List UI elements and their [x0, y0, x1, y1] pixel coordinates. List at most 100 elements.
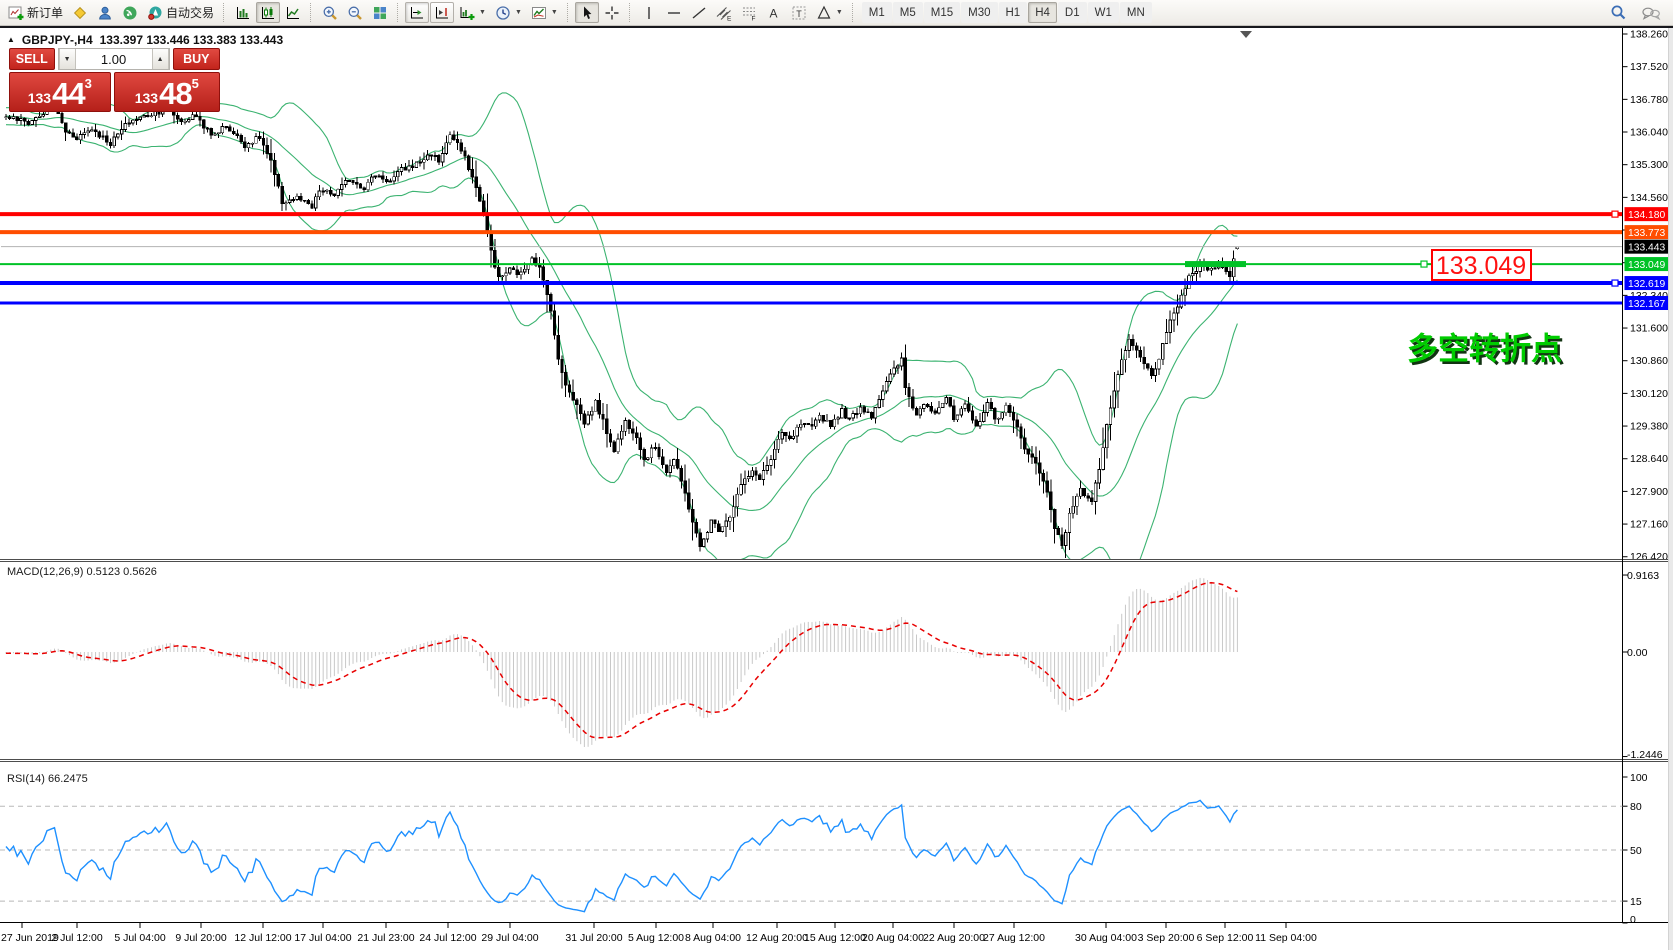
candle-body — [8, 117, 11, 119]
profiles-button[interactable]: ▼ — [491, 2, 526, 23]
chart-shift-button[interactable] — [430, 2, 454, 23]
candle-body — [300, 196, 303, 200]
candle-body — [1027, 449, 1030, 454]
auto-scroll-button[interactable] — [405, 2, 429, 23]
autotrading-button[interactable]: 自动交易 — [143, 2, 218, 23]
search-button[interactable] — [1606, 2, 1631, 23]
candle-body — [814, 420, 817, 426]
buy-price-display[interactable]: 133 48 5 — [114, 72, 220, 112]
candle-body — [128, 123, 131, 124]
sell-button[interactable]: SELL — [9, 48, 55, 70]
annotation-text[interactable]: 多空转折点 — [1407, 332, 1562, 367]
candle-body — [841, 408, 844, 418]
indicators-button[interactable]: ▼ — [527, 2, 562, 23]
candle-body — [184, 121, 187, 122]
candle-body — [766, 465, 769, 470]
metaeditor-button[interactable] — [68, 2, 92, 23]
line-chart-button[interactable] — [281, 2, 305, 23]
channel-button[interactable]: E — [712, 2, 736, 23]
timeframe-m5-button[interactable]: M5 — [893, 2, 923, 23]
candle-body — [497, 267, 500, 276]
window-scroll-strip[interactable] — [1668, 28, 1673, 950]
candle-body — [102, 136, 105, 137]
new-order-button[interactable]: 新订单 — [4, 2, 67, 23]
candle-body — [542, 267, 545, 280]
timeframe-w1-button[interactable]: W1 — [1088, 2, 1119, 23]
chat-button[interactable] — [1637, 2, 1665, 23]
level-handle[interactable] — [1421, 261, 1427, 267]
timeframe-d1-button[interactable]: D1 — [1058, 2, 1087, 23]
timeframe-m15-button[interactable]: M15 — [924, 2, 960, 23]
sell-price-display[interactable]: 133 44 3 — [9, 72, 111, 112]
candle-body — [72, 133, 75, 137]
buy-button[interactable]: BUY — [173, 48, 220, 70]
new-chart-button[interactable]: ▼ — [455, 2, 490, 23]
level-thick-segment[interactable] — [1185, 261, 1246, 267]
crosshair-button[interactable] — [600, 2, 624, 23]
candle-body — [1229, 272, 1232, 277]
cursor-button[interactable] — [575, 2, 599, 23]
timeframe-m1-button[interactable]: M1 — [862, 2, 892, 23]
candle-body — [725, 521, 728, 527]
volume-increase-button[interactable]: ▲ — [152, 49, 169, 69]
candle-body — [214, 134, 217, 135]
signals-button[interactable] — [118, 2, 142, 23]
candle-body — [878, 400, 881, 408]
time-tick-label: 27 Aug 12:00 — [983, 932, 1045, 944]
fibonacci-button[interactable]: F — [737, 2, 761, 23]
text-tool-button[interactable]: A — [762, 2, 786, 23]
price-tick-label: 130.120 — [1630, 388, 1668, 400]
text-label-button[interactable]: T — [787, 2, 811, 23]
axis-current-price-label: 133.443 — [1628, 242, 1665, 253]
trendline-button[interactable] — [687, 2, 711, 23]
tile-windows-button[interactable] — [368, 2, 392, 23]
candle-body — [1001, 413, 1004, 418]
candle-body — [42, 115, 45, 117]
timeframe-m30-button[interactable]: M30 — [961, 2, 997, 23]
candle-body — [777, 439, 780, 449]
caret-down-icon: ▼ — [836, 9, 843, 16]
shapes-button[interactable]: ▼ — [812, 2, 847, 23]
bar-chart-icon — [235, 5, 251, 21]
toolbar-separator — [852, 3, 855, 22]
candle-body — [333, 194, 336, 196]
candle-body — [20, 118, 23, 120]
candle-body — [751, 471, 754, 477]
candle-body — [79, 135, 82, 140]
candle-body — [882, 391, 885, 400]
zoom-in-icon — [322, 5, 338, 21]
candle-body — [807, 424, 810, 425]
candle-body — [1147, 364, 1150, 369]
community-button[interactable] — [93, 2, 117, 23]
candle-body — [1191, 273, 1194, 275]
horizontal-line-button[interactable] — [662, 2, 686, 23]
chart-shift-marker[interactable] — [1240, 31, 1252, 38]
axis-price-box-label: 134.180 — [1628, 210, 1665, 221]
candle-body — [624, 421, 627, 432]
candlestick-chart-button[interactable] — [256, 2, 280, 23]
zoom-out-button[interactable] — [343, 2, 367, 23]
candle-body — [1113, 391, 1116, 408]
time-tick-label: 22 Aug 20:00 — [923, 932, 985, 944]
timeframe-h4-button[interactable]: H4 — [1028, 2, 1057, 23]
timeframe-h1-button[interactable]: H1 — [999, 2, 1028, 23]
candle-body — [639, 438, 642, 450]
volume-decrease-button[interactable]: ▼ — [59, 49, 76, 69]
candle-body — [811, 425, 814, 427]
bar-chart-button[interactable] — [231, 2, 255, 23]
buy-price-base: 133 — [135, 90, 158, 106]
candle-body — [953, 406, 956, 420]
zoom-in-button[interactable] — [318, 2, 342, 23]
chart-canvas[interactable]: 138.260137.520136.780136.040135.300134.5… — [0, 28, 1673, 948]
vertical-line-button[interactable] — [637, 2, 661, 23]
level-handle[interactable] — [1612, 280, 1618, 286]
collapse-triangle-icon[interactable]: ▲ — [7, 35, 15, 44]
level-handle[interactable] — [1612, 211, 1618, 217]
timeframe-mn-button[interactable]: MN — [1120, 2, 1152, 23]
candle-body — [658, 447, 661, 456]
rsi-line — [6, 800, 1237, 911]
candle-body — [117, 134, 120, 137]
candle-body — [203, 120, 206, 128]
volume-input[interactable] — [76, 49, 152, 69]
candle-body — [803, 424, 806, 425]
